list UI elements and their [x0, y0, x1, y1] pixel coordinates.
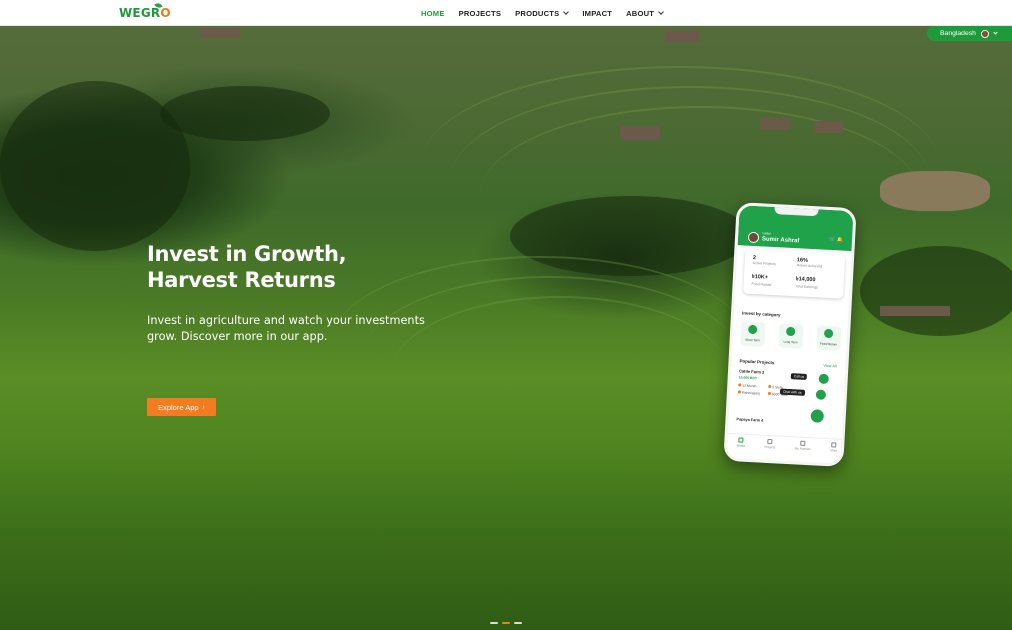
tree-cluster	[860, 246, 1012, 336]
house	[760, 118, 790, 130]
tab-portfolio[interactable]: My Portfolio	[794, 440, 811, 461]
top-navbar: WEGRO HOME PROJECTS PRODUCTS IMPACT ABOU…	[0, 0, 1012, 26]
house	[200, 28, 240, 38]
nav-impact[interactable]: IMPACT	[582, 9, 612, 18]
stats-card: 2 Active Projects 16% Return Achieved ৳10K…	[743, 249, 846, 299]
logo-text-o: O	[160, 6, 171, 20]
country-selector[interactable]: Bangladesh	[927, 26, 1012, 41]
carousel-dots	[490, 622, 522, 624]
greeting: Hello!	[762, 231, 772, 236]
project-meta: Kishoreganj	[737, 390, 760, 395]
chat-tooltip: Chat with us	[779, 388, 805, 396]
nav-projects[interactable]: PROJECTS	[459, 9, 502, 18]
house	[665, 30, 699, 42]
app-tabbar: Home Projects My Portfolio More	[726, 432, 848, 464]
nav-home[interactable]: HOME	[421, 9, 445, 18]
house	[815, 121, 843, 133]
stat: 16% Return Achieved	[796, 257, 823, 269]
house	[880, 171, 990, 211]
category-long-term[interactable]: Long Term	[778, 323, 804, 349]
user-icon	[800, 440, 806, 446]
main-nav: HOME PROJECTS PRODUCTS IMPACT ABOUT	[421, 0, 677, 26]
more-icon	[831, 442, 837, 448]
cart-bell-icon: 🛒 🔔	[829, 236, 844, 244]
grid-icon	[767, 438, 773, 445]
target-icon	[823, 328, 834, 339]
project-price: 10,000 BDT	[738, 375, 758, 381]
chat-icon[interactable]	[815, 389, 827, 400]
carousel-dot[interactable]	[514, 622, 522, 624]
category-short-term[interactable]: Short Term	[740, 321, 766, 347]
dot-icon	[767, 391, 771, 396]
tree-cluster	[160, 86, 330, 141]
phone-call-icon[interactable]	[818, 373, 829, 385]
wegro-logo[interactable]: WEGRO	[119, 6, 171, 20]
chevron-down-icon	[993, 30, 998, 35]
tab-projects[interactable]: Projects	[764, 438, 776, 460]
call-us-tooltip: Call us	[790, 373, 808, 380]
house	[880, 306, 950, 316]
dot-icon	[768, 384, 772, 389]
category-fixed-return[interactable]: Fixed Return	[816, 325, 842, 351]
project-meta: 12 Month	[738, 383, 756, 388]
dot-icon	[738, 383, 742, 387]
hero-subtitle: Invest in agriculture and watch your inv…	[147, 314, 425, 343]
view-all-link[interactable]: View All	[823, 364, 836, 369]
hero-title: Invest in Growth, Harvest Returns	[147, 242, 347, 292]
stat: ৳10K+ Fund Raised	[751, 273, 772, 287]
home-float-icon[interactable]	[810, 409, 825, 423]
project-name: Cattle Farm 2	[738, 368, 765, 375]
project-name: Papaya Farm 4	[736, 417, 764, 423]
app-phone-mockup: Hello! Sumir Ashraf 🛒 🔔 2 Active Projects…	[723, 202, 857, 467]
nav-about[interactable]: ABOUT	[626, 9, 664, 18]
bolt-icon	[747, 324, 758, 335]
clock-icon	[785, 326, 796, 337]
chevron-down-icon	[563, 9, 570, 15]
tab-home[interactable]: Home	[736, 437, 745, 457]
flag-icon	[980, 29, 989, 38]
carousel-dot[interactable]	[502, 622, 510, 624]
nav-products[interactable]: PRODUCTS	[515, 9, 570, 18]
stat: 2 Active Projects	[752, 254, 776, 267]
chevron-down-icon	[658, 9, 664, 15]
stat: ৳14,000 Total Earnings	[795, 276, 818, 290]
logo-text: WEGR	[119, 6, 161, 20]
explore-app-button[interactable]: Explore App ›	[147, 398, 216, 416]
country-label: Bangladesh	[940, 30, 976, 37]
tab-more[interactable]: More	[830, 442, 838, 462]
dot-icon	[737, 390, 742, 394]
section-title: Invest by category	[741, 310, 781, 318]
carousel-dot[interactable]	[490, 622, 498, 624]
home-icon	[738, 437, 744, 443]
section-title: Popular Projects	[739, 358, 775, 366]
house	[620, 126, 660, 140]
chevron-right-icon: ›	[202, 403, 205, 411]
